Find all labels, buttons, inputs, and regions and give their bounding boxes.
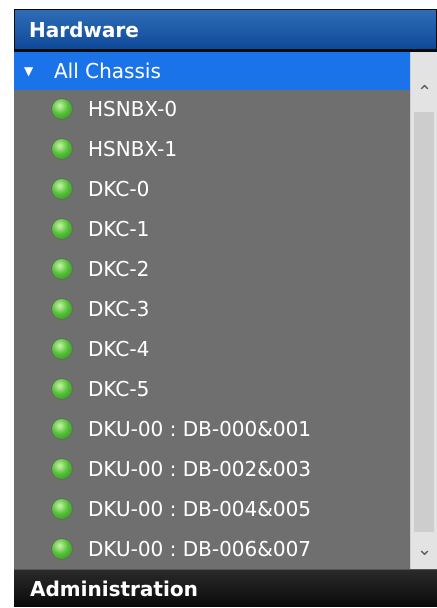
tree-item-label: DKC-5 (88, 377, 150, 401)
tree-item-label: DKC-2 (88, 257, 150, 281)
tree-item[interactable]: HSNBX-0 (14, 90, 410, 128)
status-ok-icon (52, 379, 72, 399)
hardware-section-header[interactable]: Hardware (14, 9, 437, 50)
scrollbar-thumb[interactable] (414, 112, 434, 532)
tree-item[interactable]: DKU-00 : DB-000&001 (14, 410, 410, 448)
hardware-tree: ▼ All Chassis HSNBX-0 HSNBX-1 DKC-0 DKC-… (14, 52, 410, 569)
tree-item-label: HSNBX-1 (88, 137, 178, 161)
tree-item[interactable]: DKU-00 : DB-002&003 (14, 450, 410, 488)
tree-item-label: DKU-00 : DB-002&003 (88, 457, 312, 481)
tree-item-label: DKU-00 : DB-004&005 (88, 497, 312, 521)
status-ok-icon (52, 419, 72, 439)
tree-item[interactable]: DKC-3 (14, 290, 410, 328)
status-ok-icon (52, 299, 72, 319)
tree-item[interactable]: DKU-00 : DB-004&005 (14, 490, 410, 528)
status-ok-icon (52, 499, 72, 519)
status-ok-icon (52, 179, 72, 199)
tree-item[interactable]: HSNBX-1 (14, 130, 410, 168)
tree-root-all-chassis[interactable]: ▼ All Chassis (14, 52, 410, 90)
tree-item-label: DKC-3 (88, 297, 150, 321)
tree-item[interactable]: DKC-4 (14, 330, 410, 368)
status-ok-icon (52, 219, 72, 239)
chevron-down-icon[interactable]: ⌄ (411, 531, 437, 569)
expand-arrow-icon[interactable]: ▼ (24, 52, 33, 90)
vertical-scrollbar[interactable]: ⌃ ⌄ (410, 52, 437, 569)
tree-root-label: All Chassis (54, 59, 161, 83)
tree-item-label: DKC-0 (88, 177, 150, 201)
tree-item-label: DKC-4 (88, 337, 150, 361)
tree-item[interactable]: DKC-1 (14, 210, 410, 248)
administration-section-header[interactable]: Administration (14, 569, 437, 607)
tree-item-label: DKU-00 : DB-006&007 (88, 537, 312, 561)
tree-item-label: DKC-1 (88, 217, 150, 241)
status-ok-icon (52, 259, 72, 279)
tree-item[interactable]: DKC-5 (14, 370, 410, 408)
status-ok-icon (52, 539, 72, 559)
status-ok-icon (52, 459, 72, 479)
status-ok-icon (52, 139, 72, 159)
status-ok-icon (52, 99, 72, 119)
chevron-up-icon[interactable]: ⌃ (411, 74, 437, 112)
tree-item-label: HSNBX-0 (88, 97, 178, 121)
tree-item-label: DKU-00 : DB-000&001 (88, 417, 312, 441)
tree-item[interactable]: DKU-00 : DB-006&007 (14, 530, 410, 568)
status-ok-icon (52, 339, 72, 359)
tree-item[interactable]: DKC-0 (14, 170, 410, 208)
tree-item[interactable]: DKC-2 (14, 250, 410, 288)
